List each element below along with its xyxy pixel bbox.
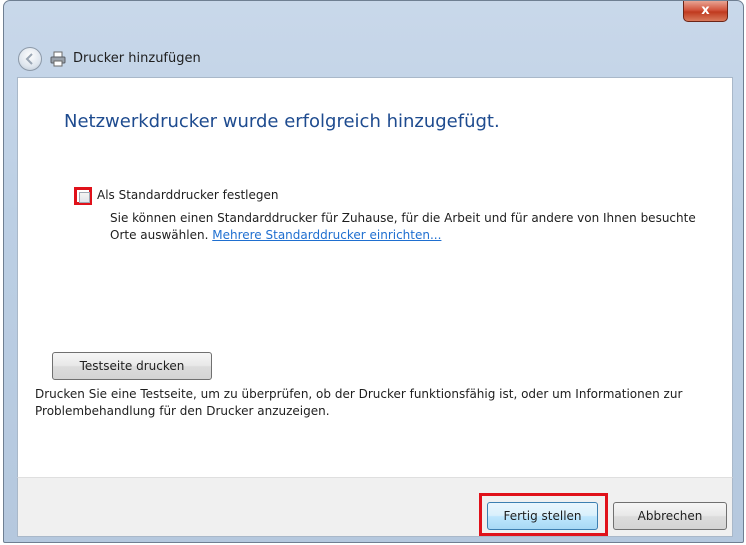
finish-button[interactable]: Fertig stellen — [487, 502, 598, 530]
title-bar: Drucker hinzufügen — [4, 39, 743, 79]
back-button[interactable] — [18, 47, 42, 71]
window-title: Drucker hinzufügen — [73, 51, 201, 66]
dialog-window: x Drucker hinzufügen Netzwerkdrucker wur… — [3, 0, 744, 543]
test-page-info: Drucken Sie eine Testseite, um zu überpr… — [35, 387, 683, 418]
default-printer-checkbox[interactable] — [79, 192, 90, 203]
cancel-button[interactable]: Abbrechen — [613, 502, 727, 530]
default-printer-checkbox-highlight — [74, 187, 92, 205]
content-panel: Netzwerkdrucker wurde erfolgreich hinzug… — [17, 77, 733, 477]
multiple-default-printers-link[interactable]: Mehrere Standarddrucker einrichten... — [212, 228, 441, 242]
page-title: Netzwerkdrucker wurde erfolgreich hinzug… — [64, 111, 500, 132]
printer-icon — [50, 51, 66, 67]
back-arrow-icon — [25, 53, 33, 65]
default-printer-label[interactable]: Als Standarddrucker festlegen — [97, 188, 279, 202]
default-printer-description: Sie können einen Standarddrucker für Zuh… — [110, 210, 710, 244]
close-button[interactable]: x — [683, 1, 728, 22]
print-test-page-button[interactable]: Testseite drucken — [52, 352, 212, 380]
